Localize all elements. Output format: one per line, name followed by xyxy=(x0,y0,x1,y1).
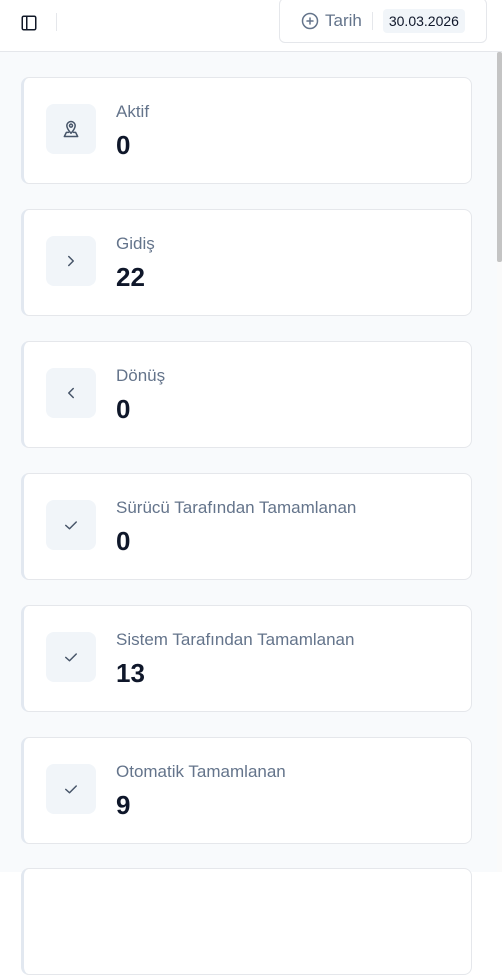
map-pin-icon xyxy=(61,119,81,139)
stat-card-surucu-tamamlanan: Sürücü Tarafından Tamamlanan 0 xyxy=(21,473,472,580)
check-icon xyxy=(62,516,80,534)
sidebar-panel-icon xyxy=(20,14,38,32)
stat-icon-box xyxy=(46,236,96,286)
selected-date-badge[interactable]: 30.03.2026 xyxy=(383,9,465,33)
stat-label: Aktif xyxy=(116,102,149,122)
stat-label: Gidiş xyxy=(116,234,155,254)
check-icon xyxy=(62,780,80,798)
stat-label: Dönüş xyxy=(116,366,165,386)
check-icon xyxy=(62,648,80,666)
stat-icon-box xyxy=(46,104,96,154)
stat-value: 0 xyxy=(116,130,130,161)
stat-card-otomatik-tamamlanan: Otomatik Tamamlanan 9 xyxy=(21,737,472,844)
sidebar-toggle-button[interactable] xyxy=(16,10,42,36)
stat-icon-box xyxy=(46,764,96,814)
stat-icon-box xyxy=(46,632,96,682)
stat-value: 0 xyxy=(116,526,130,557)
plus-circle-icon xyxy=(301,12,319,30)
stat-card-sistem-tamamlanan: Sistem Tarafından Tamamlanan 13 xyxy=(21,605,472,712)
chevron-left-icon xyxy=(62,384,80,402)
stat-value: 0 xyxy=(116,394,130,425)
stat-card-donus: Dönüş 0 xyxy=(21,341,472,448)
stat-value: 22 xyxy=(116,262,145,293)
stat-card-aktif: Aktif 0 xyxy=(21,77,472,184)
scrollbar-thumb[interactable] xyxy=(497,52,502,262)
scrollbar-track[interactable] xyxy=(497,52,502,872)
top-bar: Tarih 30.03.2026 xyxy=(0,0,502,52)
stats-content: Aktif 0 Gidiş 22 Dönüş 0 xyxy=(0,52,502,872)
stat-label: Otomatik Tamamlanan xyxy=(116,762,286,782)
stat-value: 9 xyxy=(116,790,130,821)
stat-value: 13 xyxy=(116,658,145,689)
stat-icon-box xyxy=(46,368,96,418)
add-date-filter-button[interactable]: Tarih xyxy=(301,11,362,31)
date-filter: Tarih 30.03.2026 xyxy=(279,0,487,43)
date-filter-divider xyxy=(372,12,373,30)
stat-card-gidis: Gidiş 22 xyxy=(21,209,472,316)
chevron-right-icon xyxy=(62,252,80,270)
stat-label: Sürücü Tarafından Tamamlanan xyxy=(116,498,356,518)
stat-icon-box xyxy=(46,500,96,550)
topbar-divider xyxy=(56,13,57,31)
stat-label: Sistem Tarafından Tamamlanan xyxy=(116,630,354,650)
stat-card-partial xyxy=(21,868,472,975)
date-filter-label: Tarih xyxy=(325,11,362,31)
